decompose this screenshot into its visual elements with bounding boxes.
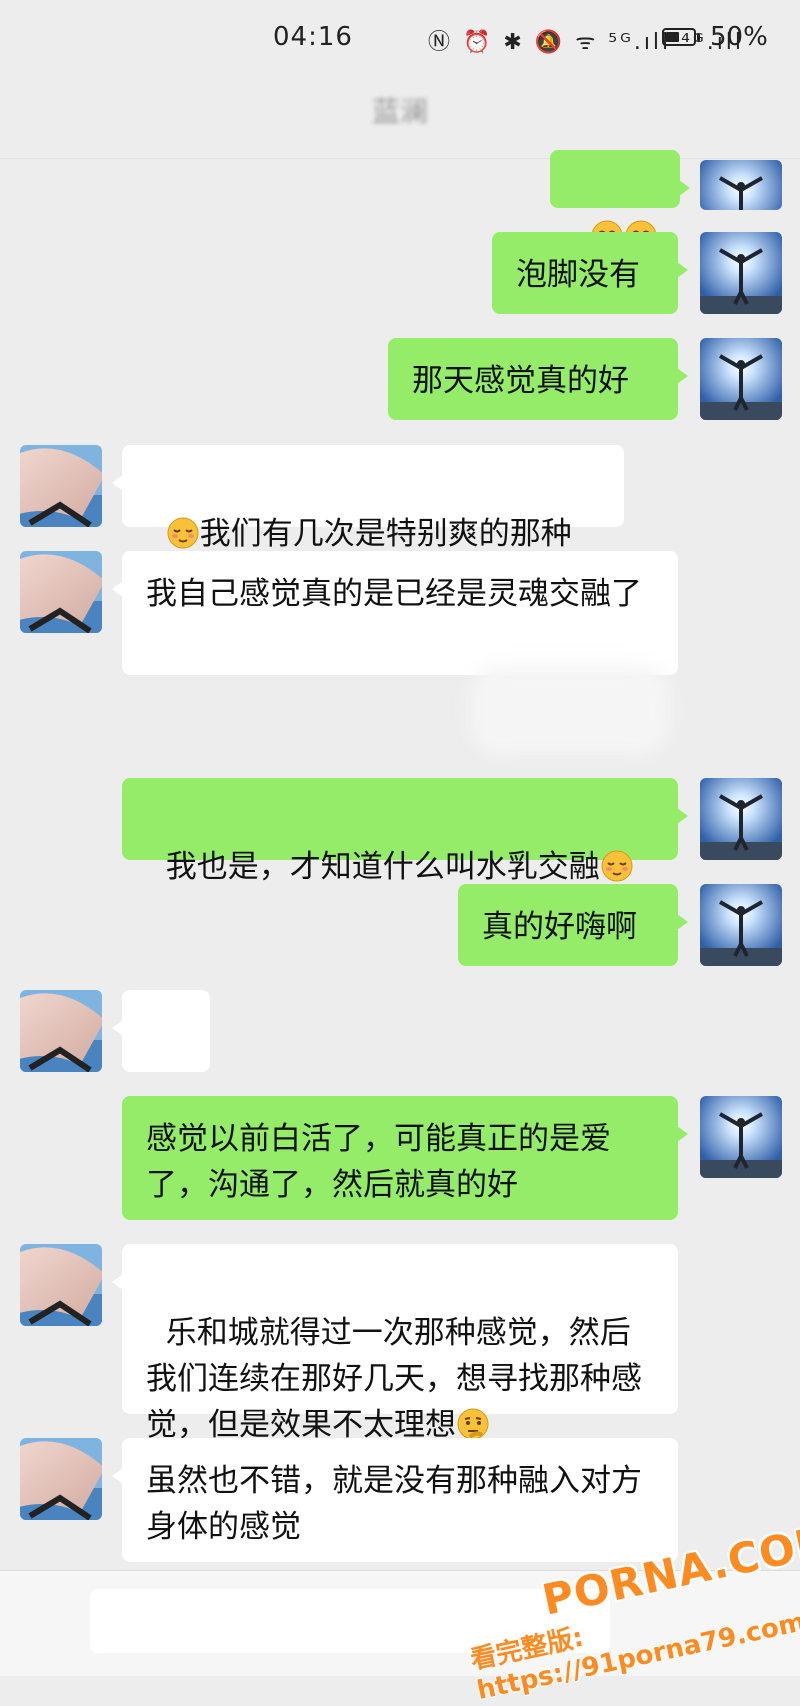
message-bubble-sent[interactable]: 我也是，才知道什么叫水乳交融 bbox=[122, 778, 688, 885]
message-bubble-sent[interactable]: 感觉以前白活了，可能真正的是爱了，沟通了，然后就真的好 bbox=[122, 1096, 688, 1220]
my-avatar[interactable] bbox=[700, 232, 782, 314]
chat-title[interactable]: 蓝澜 bbox=[0, 90, 800, 130]
header-divider bbox=[0, 158, 800, 159]
message-bubble-received[interactable]: 乐和城就得过一次那种感觉，然后我们连续在那好几天，想寻找那种感觉，但是效果不太理… bbox=[112, 1244, 678, 1443]
my-avatar[interactable] bbox=[700, 884, 782, 966]
erased-region bbox=[470, 665, 670, 755]
message-bubble-received[interactable]: 虽然也不错，就是没有那种融入对方身体的感觉 bbox=[112, 1438, 678, 1562]
contact-avatar[interactable] bbox=[20, 990, 102, 1072]
contact-avatar[interactable] bbox=[20, 1244, 102, 1326]
message-bubble-sent[interactable]: 那天感觉真的好 bbox=[388, 338, 688, 420]
thinking-emoji-icon bbox=[456, 1407, 490, 1441]
my-avatar[interactable] bbox=[700, 338, 782, 420]
message-bubble-received[interactable]: 我们有几次是特别爽的那种 bbox=[112, 445, 624, 552]
blush-emoji-icon bbox=[166, 516, 200, 550]
my-avatar[interactable] bbox=[700, 1096, 782, 1178]
blush-emoji-icon bbox=[600, 849, 634, 883]
my-avatar[interactable] bbox=[700, 160, 782, 210]
message-bubble-received[interactable]: 我自己感觉真的是已经是灵魂交融了 bbox=[112, 551, 678, 675]
message-bubble-received[interactable] bbox=[112, 990, 210, 1140]
message-text: 我们有几次是特别爽的那种 bbox=[199, 516, 572, 552]
contact-avatar[interactable] bbox=[20, 551, 102, 633]
message-text: 乐和城就得过一次那种感觉，然后我们连续在那好几天，想寻找那种感觉，但是效果不太理… bbox=[146, 1315, 642, 1443]
message-bubble-sent[interactable]: 真的好嗨啊 bbox=[458, 884, 688, 966]
message-bubble-sent[interactable] bbox=[550, 150, 690, 252]
my-avatar[interactable] bbox=[700, 778, 782, 860]
message-bubble-sent[interactable]: 泡脚没有 bbox=[492, 232, 688, 314]
message-text: 我也是，才知道什么叫水乳交融 bbox=[165, 849, 600, 885]
status-bar: 04:16 Ⓝ ⏰ ✱ 🔕 ᯤ ⁵ᴳ.ıll ⁴ᴳ.ıll 50% bbox=[0, 0, 800, 80]
battery-percent: 50% bbox=[710, 22, 768, 52]
battery-icon bbox=[662, 28, 700, 46]
status-time: 04:16 bbox=[273, 22, 353, 52]
contact-avatar[interactable] bbox=[20, 445, 102, 527]
contact-avatar[interactable] bbox=[20, 1438, 102, 1520]
